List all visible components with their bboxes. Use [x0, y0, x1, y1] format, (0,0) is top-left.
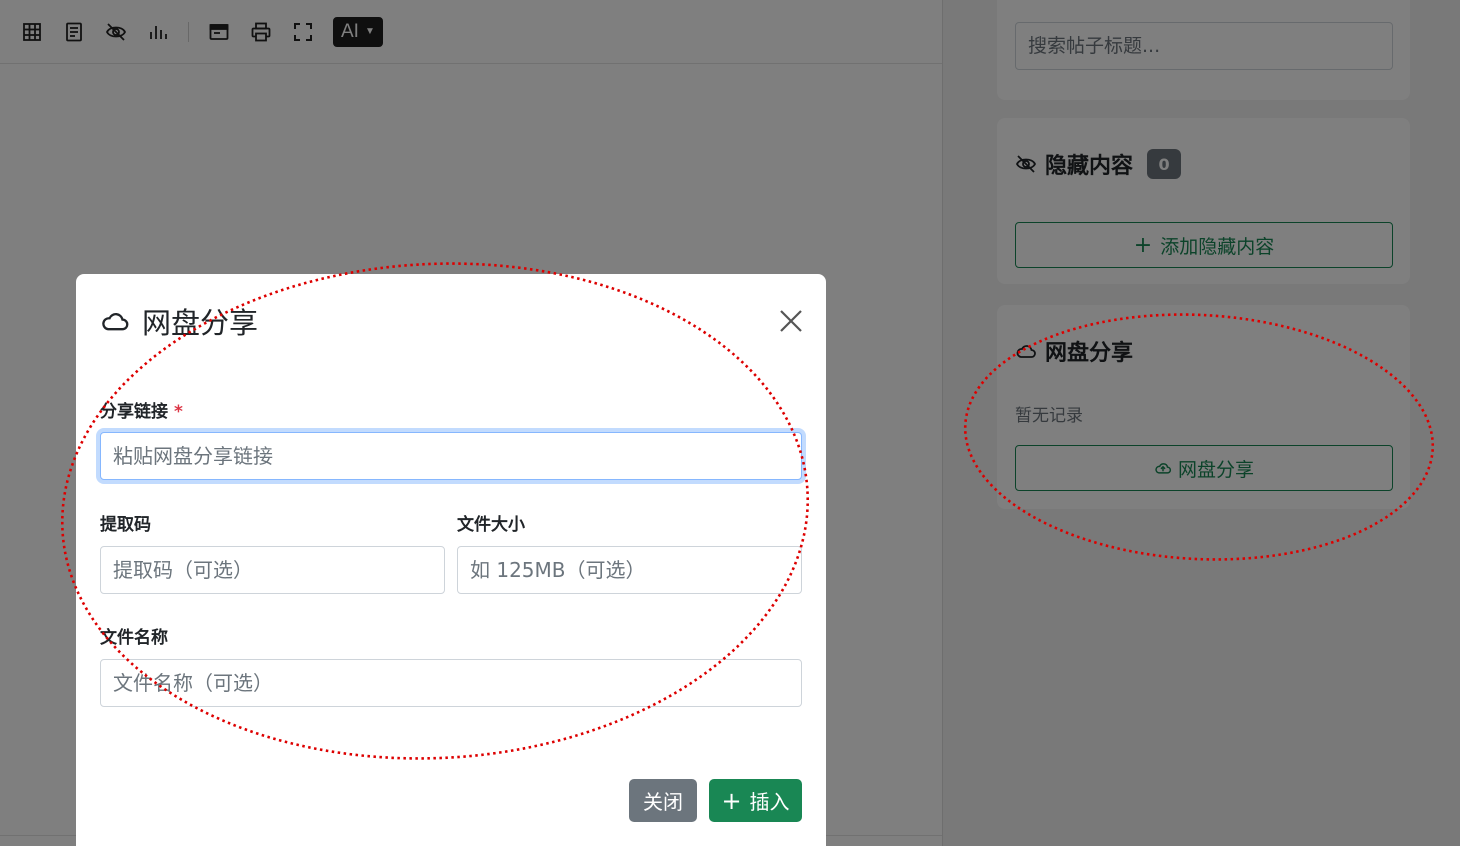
- modal-title: 网盘分享: [100, 300, 258, 342]
- file-size-input[interactable]: 如 125MB（可选）: [457, 546, 802, 594]
- share-link-input[interactable]: 粘贴网盘分享链接: [100, 432, 802, 480]
- share-link-label-text: 分享链接: [100, 402, 168, 422]
- extract-code-label: 提取码: [100, 515, 151, 535]
- share-link-label: 分享链接 *: [100, 397, 183, 422]
- modal-title-text: 网盘分享: [142, 306, 259, 340]
- close-button[interactable]: 关闭: [629, 779, 697, 822]
- cloud-icon: [102, 313, 129, 331]
- required-mark: *: [174, 402, 183, 422]
- file-name-input[interactable]: 文件名称（可选）: [100, 659, 802, 707]
- plus-icon: +: [721, 786, 742, 815]
- insert-button-label: 插入: [749, 790, 790, 814]
- file-name-label: 文件名称: [100, 628, 168, 648]
- insert-button[interactable]: + 插入: [709, 779, 802, 822]
- pan-share-modal: 网盘分享 分享链接 * 粘贴网盘分享链接 提取码 提取码（可选） 文件大小 如 1…: [76, 274, 826, 846]
- close-icon[interactable]: [778, 308, 804, 334]
- file-size-label: 文件大小: [457, 515, 525, 535]
- extract-code-input[interactable]: 提取码（可选）: [100, 546, 445, 594]
